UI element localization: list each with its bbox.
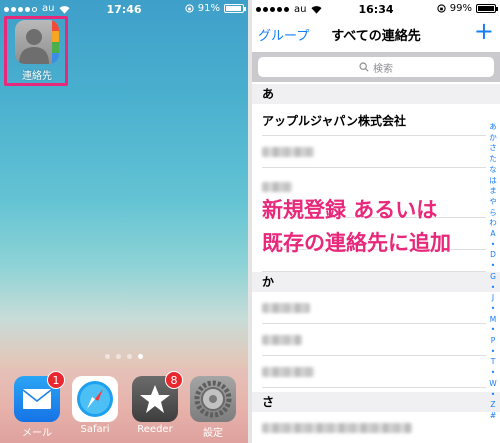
index-letter[interactable]: や [488,197,498,208]
overlay-line-2: 既存の連絡先に追加 [262,231,451,255]
index-letter[interactable]: • [488,240,498,251]
contact-row[interactable]: アップルジャパン株式会社 [262,104,486,136]
index-letter[interactable]: D [488,250,498,261]
search-input[interactable]: 検索 [258,57,494,77]
index-letter[interactable]: • [488,325,498,336]
section-index[interactable]: あかさたなはまやらわ A • D • G • J • M • P • T • W • Z # [488,122,498,422]
nav-bar: グループ すべての連絡先 + [252,18,500,50]
section-header: あ [252,84,500,104]
index-letter[interactable]: T [488,357,498,368]
index-letter[interactable]: た [488,154,498,165]
blurred-name [262,147,314,157]
contact-row[interactable] [262,292,486,324]
safari-label: Safari [80,424,110,435]
battery-percent: 91% [197,3,220,14]
index-letter[interactable]: は [488,176,498,187]
index-letter[interactable]: か [488,133,498,144]
index-letter[interactable]: • [488,390,498,401]
index-letter[interactable]: # [488,411,498,422]
index-letter[interactable]: • [488,304,498,315]
search-bar: 検索 [252,52,500,82]
mail-label: メール [22,428,52,439]
section-header: か [252,272,500,292]
star-icon: 8 [132,371,183,422]
search-placeholder: 検索 [373,63,393,75]
reeder-app[interactable]: 8 Reeder [130,371,183,435]
lock-rotation-icon [185,4,194,13]
instruction-overlay: 新規登録 あるいは 既存の連絡先に追加 [262,194,451,260]
contact-row[interactable] [262,356,486,388]
page-dot [116,354,121,359]
blurred-name [262,182,292,192]
index-letter[interactable]: あ [488,122,498,133]
contacts-icon [15,20,59,64]
page-dot [127,354,132,359]
index-letter[interactable]: P [488,336,498,347]
index-letter[interactable]: ら [488,208,498,219]
gear-icon [190,376,236,422]
contact-name: アップルジャパン株式会社 [262,114,407,128]
battery-icon [476,4,498,13]
lock-rotation-icon [437,4,446,13]
index-letter[interactable]: J [488,293,498,304]
blurred-name [262,335,302,345]
blurred-name [262,367,314,377]
index-letter[interactable]: さ [488,143,498,154]
page-title: すべての連絡先 [331,29,421,44]
compass-icon [72,376,118,422]
safari-app[interactable]: Safari [70,376,120,435]
home-screen: au 17:46 91% 連絡先 1 メール Safari 8 Reeder 設… [0,0,248,443]
index-letter[interactable]: Z [488,400,498,411]
index-letter[interactable]: • [488,368,498,379]
index-letter[interactable]: ま [488,186,498,197]
contacts-screen: au 16:34 99% グループ すべての連絡先 + 検索 あ アップルジャパ… [252,0,500,443]
settings-label: 設定 [203,428,223,439]
contacts-app[interactable]: 連絡先 [12,20,62,82]
battery-percent: 99% [449,3,472,14]
blurred-name [262,423,412,433]
reeder-badge: 8 [165,371,183,389]
section-header: さ [252,392,500,412]
index-letter[interactable]: W [488,379,498,390]
status-bar: au 16:34 99% [252,0,500,18]
settings-app[interactable]: 設定 [188,376,238,439]
mail-app[interactable]: 1 メール [12,371,65,439]
contact-row[interactable] [262,324,486,356]
search-icon [359,62,369,72]
mail-badge: 1 [47,371,65,389]
page-dot-current [138,354,143,359]
overlay-line-1: 新規登録 あるいは [262,198,438,222]
index-letter[interactable]: • [488,261,498,272]
index-letter[interactable]: A [488,229,498,240]
index-letter[interactable]: な [488,165,498,176]
index-letter[interactable]: わ [488,218,498,229]
battery-icon [224,4,246,13]
page-dot [105,354,110,359]
index-letter[interactable]: • [488,283,498,294]
page-indicator[interactable] [0,354,248,359]
add-contact-button[interactable]: + [474,19,494,43]
index-letter[interactable]: G [488,272,498,283]
contacts-app-label: 連絡先 [22,71,52,82]
reeder-label: Reeder [137,424,173,435]
dock: 1 メール Safari 8 Reeder 設定 [0,368,248,443]
contact-row[interactable] [262,412,486,443]
index-letter[interactable]: • [488,347,498,358]
contact-row[interactable] [262,136,486,168]
mail-icon: 1 [14,371,65,422]
blurred-name [262,303,310,313]
index-letter[interactable]: M [488,315,498,326]
